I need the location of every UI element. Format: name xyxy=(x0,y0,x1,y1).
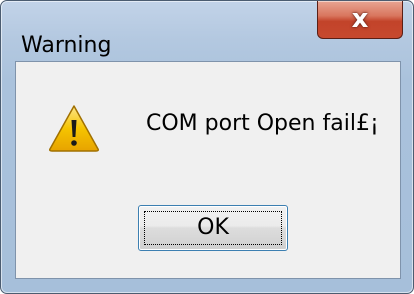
dialog-window: Warning x COM port Open fail£¡ OK xyxy=(0,0,414,294)
close-button[interactable]: x xyxy=(317,1,403,39)
title-bar[interactable]: Warning x xyxy=(1,1,413,57)
message-text: COM port Open fail£¡ xyxy=(146,111,379,136)
ok-button-label: OK xyxy=(197,215,229,240)
close-icon: x xyxy=(351,4,369,34)
warning-icon xyxy=(49,105,99,152)
window-title: Warning xyxy=(21,33,112,58)
ok-button[interactable]: OK xyxy=(138,205,288,251)
